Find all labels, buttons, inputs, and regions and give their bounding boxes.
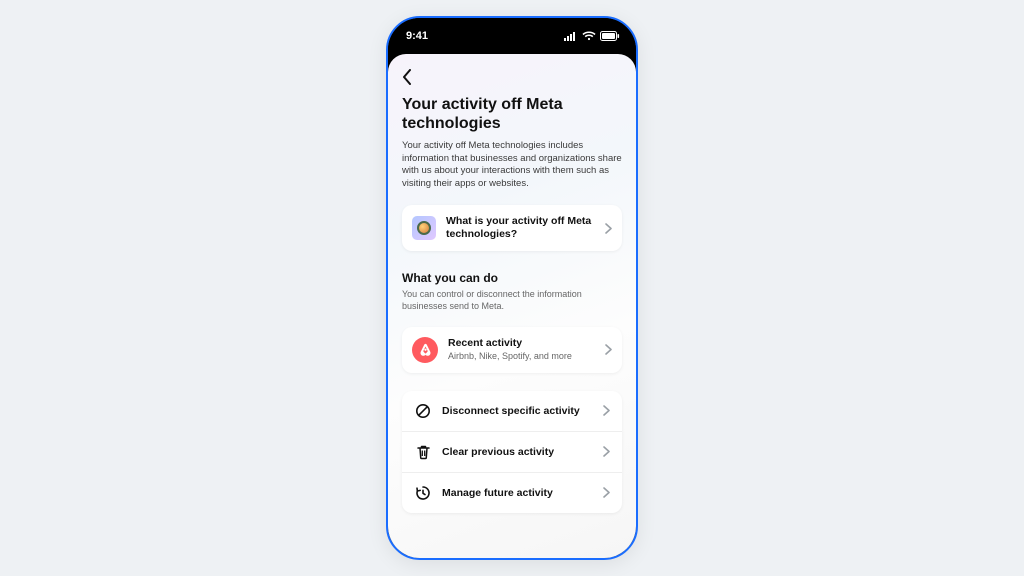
chevron-right-icon (605, 223, 612, 234)
section-title: What you can do (402, 271, 622, 285)
battery-icon (600, 31, 620, 41)
chevron-right-icon (603, 487, 610, 498)
recent-activity-card[interactable]: Recent activity Airbnb, Nike, Spotify, a… (402, 327, 622, 373)
back-button[interactable] (402, 66, 424, 88)
actions-list: Disconnect specific activity Clear previ… (402, 391, 622, 513)
screen-content: Your activity off Meta technologies Your… (388, 54, 636, 558)
info-card-thumbnail (412, 216, 436, 240)
recent-activity-subtitle: Airbnb, Nike, Spotify, and more (448, 351, 595, 363)
info-card-label: What is your activity off Meta technolog… (446, 215, 595, 241)
action-label: Clear previous activity (442, 446, 593, 458)
cellular-signal-icon (564, 31, 578, 41)
info-card[interactable]: What is your activity off Meta technolog… (402, 205, 622, 251)
section-subtitle: You can control or disconnect the inform… (402, 288, 622, 312)
wifi-icon (582, 31, 596, 41)
block-icon (414, 402, 432, 420)
phone-frame: 9:41 Your activity off Meta technologies… (386, 16, 638, 560)
chevron-right-icon (603, 405, 610, 416)
chevron-right-icon (603, 446, 610, 457)
status-time: 9:41 (406, 30, 428, 42)
airbnb-icon (412, 337, 438, 363)
action-label: Manage future activity (442, 487, 593, 499)
action-manage-future[interactable]: Manage future activity (402, 473, 622, 513)
chevron-right-icon (605, 344, 612, 355)
action-disconnect-specific[interactable]: Disconnect specific activity (402, 391, 622, 432)
action-clear-previous[interactable]: Clear previous activity (402, 432, 622, 473)
status-indicators (564, 31, 620, 41)
status-bar: 9:41 (388, 18, 636, 54)
trash-icon (414, 443, 432, 461)
page-title: Your activity off Meta technologies (402, 96, 622, 134)
page-description: Your activity off Meta technologies incl… (402, 140, 622, 191)
action-label: Disconnect specific activity (442, 405, 593, 417)
recent-activity-title: Recent activity (448, 337, 595, 350)
clock-arrow-icon (414, 484, 432, 502)
chevron-left-icon (402, 69, 412, 85)
